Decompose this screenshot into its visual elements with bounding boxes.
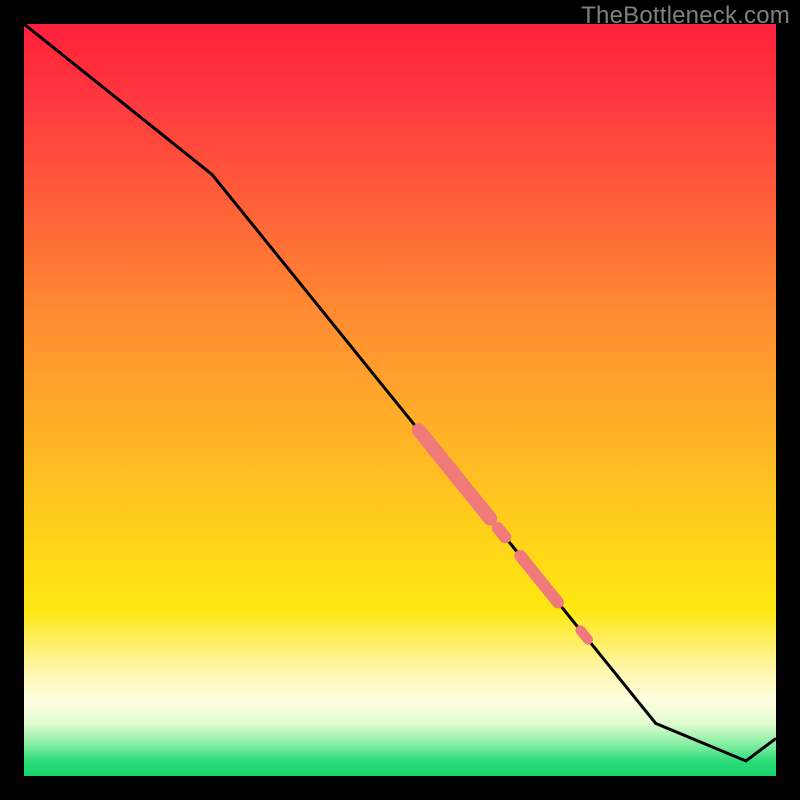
highlight-segment bbox=[498, 528, 506, 537]
highlight-segment bbox=[580, 630, 588, 639]
highlight-segment bbox=[520, 556, 558, 603]
plot-area bbox=[24, 24, 776, 776]
line-overlay bbox=[24, 24, 776, 776]
watermark-text: TheBottleneck.com bbox=[581, 2, 790, 30]
highlight-segment bbox=[419, 430, 490, 518]
chart-stage: TheBottleneck.com bbox=[0, 0, 800, 800]
main-curve bbox=[24, 24, 776, 761]
